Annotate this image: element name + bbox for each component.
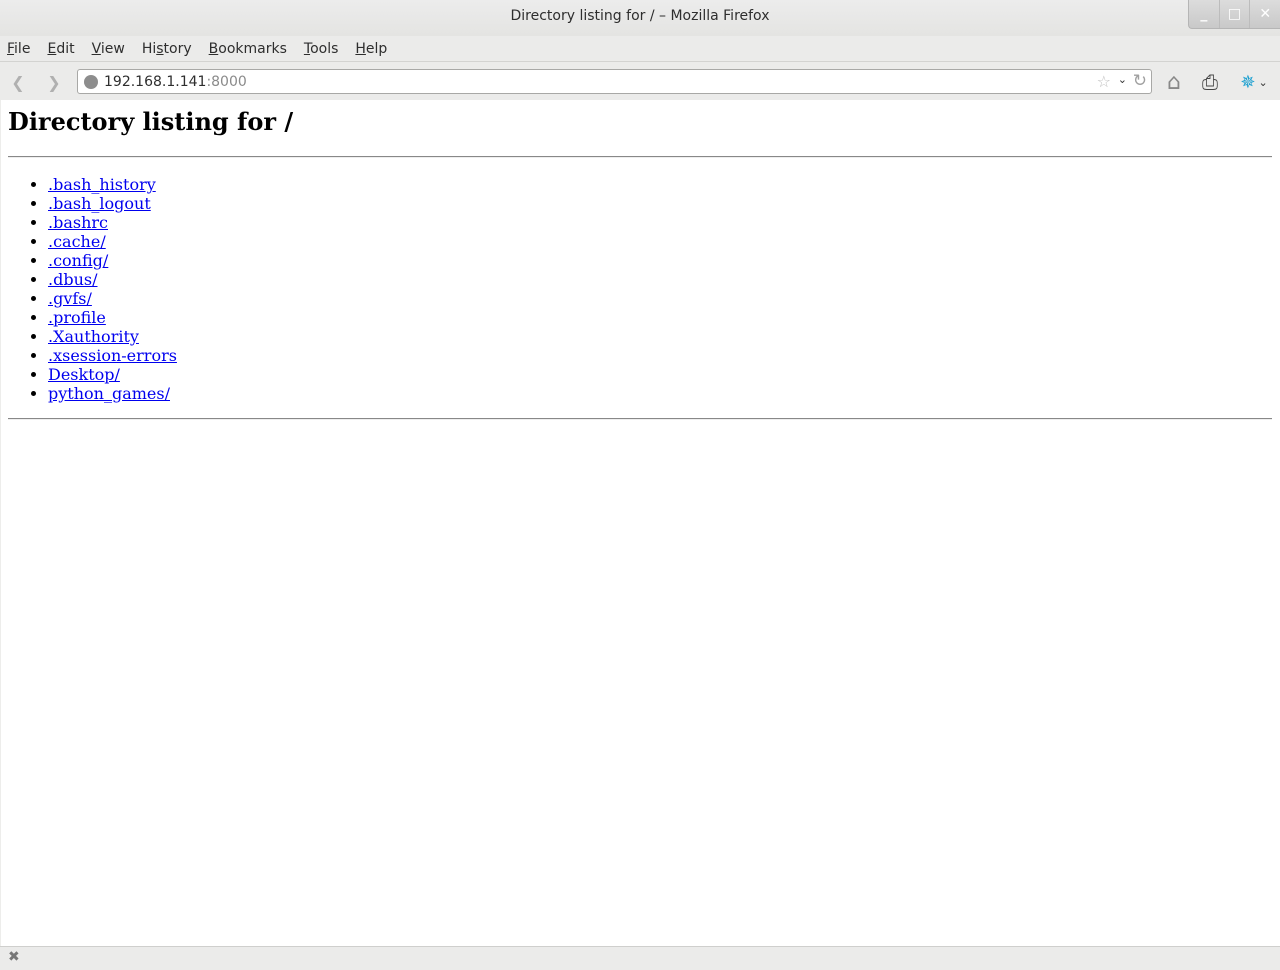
home-icon: ⌂ (1167, 69, 1181, 95)
folder-link[interactable]: .cache/ (48, 232, 106, 251)
folder-link[interactable]: .config/ (48, 251, 108, 270)
top-divider (8, 156, 1272, 158)
menu-history[interactable]: History (142, 41, 192, 57)
page-heading: Directory listing for / (8, 107, 294, 136)
status-bar: ✖ (0, 946, 1280, 970)
home-button[interactable]: ⌂ (1162, 69, 1186, 95)
forward-arrow-icon: ❯ (47, 72, 61, 92)
menu-bar: File Edit View History Bookmarks Tools H… (0, 36, 1280, 62)
folder-link[interactable]: .dbus/ (48, 270, 97, 289)
list-item: Desktop/ (48, 365, 177, 384)
printer-icon: ⎙ (1202, 70, 1218, 94)
list-item: .xsession-errors (48, 346, 177, 365)
bookmark-star-icon[interactable]: ☆ (1097, 72, 1111, 91)
url-bar[interactable]: 192.168.1.141:8000 ☆ ⌄ ↻ (77, 69, 1152, 94)
file-link[interactable]: .bash_history (48, 175, 156, 194)
file-link[interactable]: .Xauthority (48, 327, 139, 346)
file-link[interactable]: .xsession-errors (48, 346, 177, 365)
menu-bookmarks[interactable]: Bookmarks (209, 41, 287, 57)
list-item: .cache/ (48, 232, 177, 251)
forward-button[interactable]: ❯ (42, 71, 66, 93)
file-link[interactable]: .profile (48, 308, 106, 327)
bottom-divider (8, 418, 1272, 420)
menu-file[interactable]: File (7, 41, 30, 57)
list-item: .gvfs/ (48, 289, 177, 308)
back-arrow-icon: ❮ (11, 72, 25, 92)
addon-button[interactable]: ✵ ⌄ (1234, 70, 1274, 94)
addon-dropdown-icon: ⌄ (1258, 75, 1268, 89)
close-window-button[interactable]: ✕ (1249, 0, 1280, 28)
folder-link[interactable]: Desktop/ (48, 365, 120, 384)
list-item: .Xauthority (48, 327, 177, 346)
list-item: python_games/ (48, 384, 177, 403)
list-item: .dbus/ (48, 270, 177, 289)
menu-view[interactable]: View (92, 41, 125, 57)
list-item: .bash_logout (48, 194, 177, 213)
addon-icon: ✵ (1240, 71, 1256, 93)
list-item: .config/ (48, 251, 177, 270)
folder-link[interactable]: python_games/ (48, 384, 170, 403)
list-item: .profile (48, 308, 177, 327)
navigation-toolbar: ❮ ❯ 192.168.1.141:8000 ☆ ⌄ ↻ ⌂ ⎙ ✵ ⌄ (0, 62, 1280, 100)
page-content: Directory listing for / .bash_history .b… (1, 100, 1280, 946)
history-dropdown-icon[interactable]: ⌄ (1118, 73, 1127, 86)
close-addon-bar-icon[interactable]: ✖ (8, 949, 20, 965)
menu-help[interactable]: Help (355, 41, 387, 57)
url-text[interactable]: 192.168.1.141:8000 (104, 74, 247, 90)
window-controls: _ □ ✕ (1188, 0, 1280, 29)
minimize-button[interactable]: _ (1189, 0, 1219, 28)
file-link[interactable]: .bash_logout (48, 194, 151, 213)
folder-link[interactable]: .gvfs/ (48, 289, 92, 308)
directory-list: .bash_history .bash_logout .bashrc .cach… (48, 175, 177, 403)
list-item: .bash_history (48, 175, 177, 194)
menu-edit[interactable]: Edit (47, 41, 74, 57)
menu-tools[interactable]: Tools (304, 41, 339, 57)
list-item: .bashrc (48, 213, 177, 232)
window-titlebar: Directory listing for / – Mozilla Firefo… (0, 0, 1280, 36)
back-button[interactable]: ❮ (6, 71, 30, 93)
window-title: Directory listing for / – Mozilla Firefo… (510, 8, 770, 24)
reload-icon[interactable]: ↻ (1133, 71, 1147, 91)
file-link[interactable]: .bashrc (48, 213, 108, 232)
print-button[interactable]: ⎙ (1198, 70, 1222, 94)
globe-icon (84, 75, 98, 89)
maximize-button[interactable]: □ (1218, 0, 1250, 28)
